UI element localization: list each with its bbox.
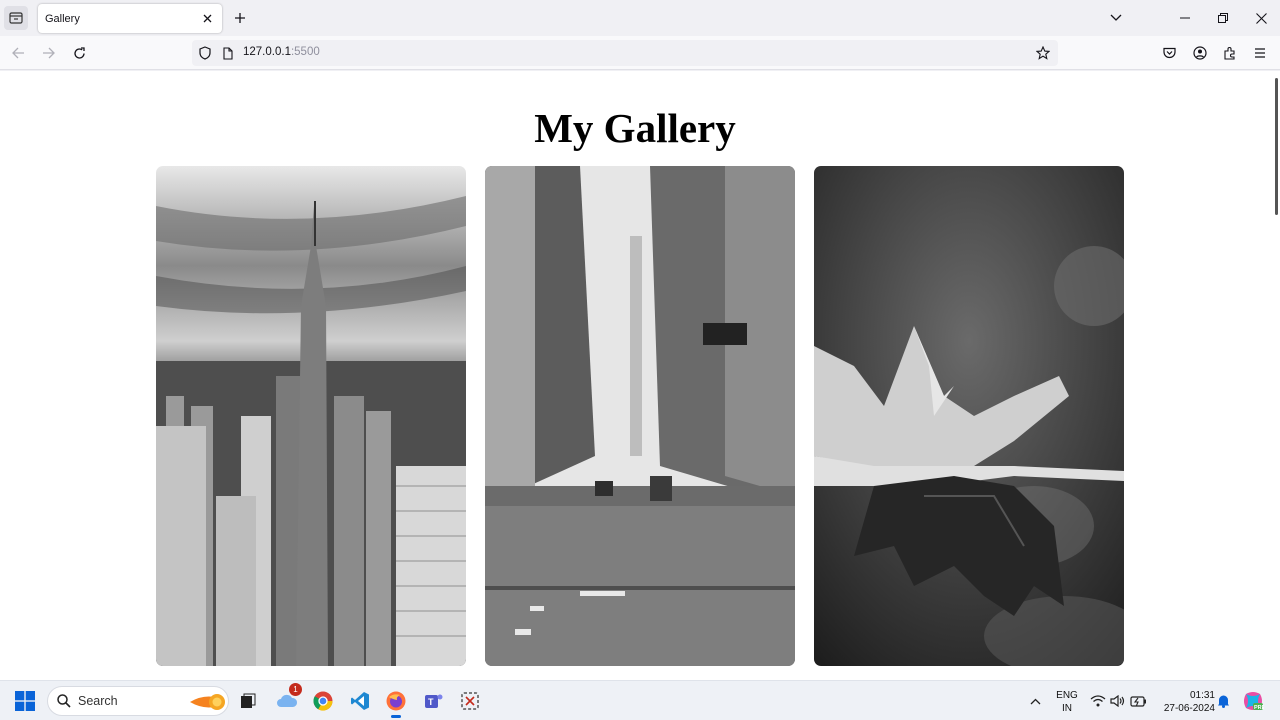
restore-icon[interactable] (1211, 6, 1235, 30)
new-tab-button[interactable] (230, 8, 250, 28)
search-label: Search (78, 694, 118, 708)
windows-start-icon[interactable] (12, 688, 38, 714)
page-viewport: My Gallery (0, 71, 1280, 680)
forward-arrow-icon[interactable] (36, 41, 60, 65)
extensions-icon[interactable] (1218, 41, 1242, 65)
weather-widget-icon[interactable]: 1 (274, 683, 302, 714)
notification-badge: 1 (289, 683, 302, 696)
tab-gallery[interactable]: Gallery (38, 4, 222, 33)
address-bar[interactable]: 127.0.0.1:5500 (192, 40, 1058, 66)
snipping-tool-icon[interactable] (457, 688, 483, 714)
tab-bar: Gallery (0, 0, 1280, 36)
window-close-icon[interactable] (1249, 6, 1273, 30)
taskbar-search-box[interactable]: Search (47, 686, 229, 716)
minimize-icon[interactable] (1173, 6, 1197, 30)
clock-date: 27-06-2024 (1163, 703, 1215, 714)
bookmark-star-icon[interactable] (1034, 44, 1052, 62)
gallery-image-leaf[interactable] (814, 166, 1124, 666)
navigation-toolbar: 127.0.0.1:5500 (0, 36, 1280, 70)
task-view-icon[interactable] (235, 688, 261, 714)
gallery-image-skyline[interactable] (156, 166, 466, 666)
url-port: :5500 (290, 46, 320, 58)
scrollbar-thumb[interactable] (1275, 78, 1278, 215)
vscode-icon[interactable] (347, 688, 373, 714)
language-indicator[interactable]: ENG IN (1052, 689, 1082, 715)
firefox-icon[interactable] (383, 688, 409, 718)
pocket-icon[interactable] (1157, 41, 1181, 65)
clock[interactable]: 01:31 27-06-2024 (1155, 689, 1215, 715)
url-host: 127.0.0.1 (243, 46, 291, 58)
url-text: 127.0.0.1:5500 (243, 46, 320, 58)
clock-time: 01:31 (1189, 690, 1215, 701)
active-app-indicator (391, 715, 401, 718)
svg-text:PRE: PRE (1254, 705, 1264, 711)
windows-taskbar: Search 1 T ENG IN 01:31 27-06-2024 PRE (0, 680, 1280, 720)
chevron-down-icon[interactable] (1104, 6, 1128, 30)
gallery-image-street[interactable] (485, 166, 795, 666)
back-arrow-icon[interactable] (6, 41, 30, 65)
svg-text:T: T (428, 697, 434, 707)
language-region: IN (1062, 703, 1072, 714)
search-highlight-icon (188, 691, 226, 718)
battery-icon[interactable] (1125, 688, 1151, 714)
account-icon[interactable] (1188, 41, 1212, 65)
close-icon[interactable] (199, 10, 216, 27)
tab-list-icon[interactable] (4, 6, 28, 30)
chrome-icon[interactable] (310, 688, 336, 714)
search-icon (57, 694, 71, 713)
chevron-up-icon[interactable] (1022, 688, 1048, 714)
copilot-icon[interactable]: PRE (1240, 688, 1266, 714)
page-icon[interactable] (219, 44, 237, 62)
shield-icon[interactable] (196, 44, 214, 62)
language-code: ENG (1056, 690, 1078, 701)
notification-bell-icon[interactable] (1210, 688, 1236, 714)
page-title: My Gallery (534, 105, 736, 151)
tab-title: Gallery (45, 12, 80, 25)
menu-icon[interactable] (1248, 41, 1272, 65)
teams-icon[interactable]: T (421, 688, 447, 714)
page-scrollbar[interactable] (1270, 71, 1280, 680)
reload-icon[interactable] (67, 41, 91, 65)
